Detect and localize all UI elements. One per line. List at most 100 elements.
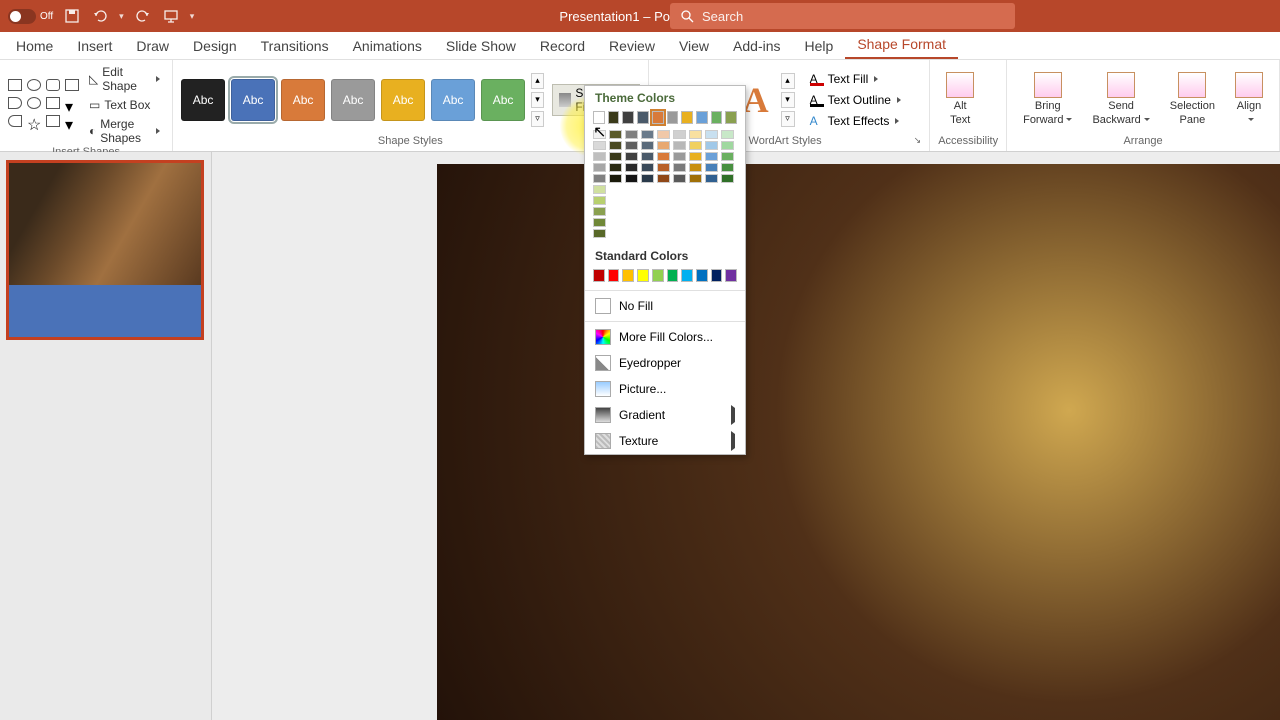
tint-swatch[interactable] (609, 163, 622, 172)
undo-icon[interactable] (91, 7, 109, 25)
theme-color-swatch[interactable] (608, 111, 620, 124)
shape-style-swatch[interactable]: Abc (281, 79, 325, 121)
bring-forward-button[interactable]: Bring Forward (1015, 68, 1080, 130)
standard-color-swatch[interactable] (711, 269, 723, 282)
standard-color-swatch[interactable] (593, 269, 605, 282)
align-button[interactable]: Align (1227, 68, 1271, 130)
tab-view[interactable]: View (667, 32, 721, 59)
wordart-sample[interactable]: A (743, 79, 769, 121)
search-box[interactable]: Search (670, 3, 1015, 29)
redo-icon[interactable] (134, 7, 152, 25)
standard-color-swatch[interactable] (622, 269, 634, 282)
tint-swatch[interactable] (721, 141, 734, 150)
tint-swatch[interactable] (689, 152, 702, 161)
standard-color-swatch[interactable] (608, 269, 620, 282)
tint-swatch[interactable] (609, 130, 622, 139)
tab-transitions[interactable]: Transitions (249, 32, 341, 59)
tint-swatch[interactable] (593, 141, 606, 150)
tint-swatch[interactable] (625, 141, 638, 150)
qat-more-icon[interactable]: ▾ (190, 11, 195, 22)
theme-color-swatch[interactable] (725, 111, 737, 124)
selection-pane-button[interactable]: Selection Pane (1162, 68, 1223, 130)
send-backward-button[interactable]: Send Backward (1084, 68, 1157, 130)
tint-swatch[interactable] (593, 130, 606, 139)
tab-record[interactable]: Record (528, 32, 597, 59)
shape-style-swatch[interactable]: Abc (231, 79, 275, 121)
tab-slide-show[interactable]: Slide Show (434, 32, 528, 59)
edit-shape-button[interactable]: ◺Edit Shape (85, 64, 164, 94)
tint-swatch[interactable] (593, 185, 606, 194)
tint-swatch[interactable] (593, 196, 606, 205)
standard-color-swatch[interactable] (725, 269, 737, 282)
theme-color-swatch[interactable] (711, 111, 723, 124)
text-box-button[interactable]: ▭Text Box (85, 97, 164, 113)
tint-swatch[interactable] (625, 174, 638, 183)
shape-style-swatch[interactable]: Abc (381, 79, 425, 121)
tab-home[interactable]: Home (4, 32, 65, 59)
theme-color-swatch[interactable] (681, 111, 693, 124)
gallery-down-icon[interactable]: ▾ (531, 92, 544, 108)
tint-swatch[interactable] (625, 130, 638, 139)
no-fill-item[interactable]: No Fill (585, 293, 745, 319)
tab-insert[interactable]: Insert (65, 32, 124, 59)
merge-shapes-button[interactable]: ◐Merge Shapes (85, 116, 164, 146)
standard-color-swatch[interactable] (667, 269, 679, 282)
tint-swatch[interactable] (641, 141, 654, 150)
picture-fill-item[interactable]: Picture... (585, 376, 745, 402)
shape-style-swatch[interactable]: Abc (431, 79, 475, 121)
tint-swatch[interactable] (609, 174, 622, 183)
tint-swatch[interactable] (705, 130, 718, 139)
tint-swatch[interactable] (593, 229, 606, 238)
tint-swatch[interactable] (721, 163, 734, 172)
shape-style-swatch[interactable]: Abc (181, 79, 225, 121)
text-effects-button[interactable]: AText Effects (803, 112, 908, 130)
alt-text-button[interactable]: Alt Text (938, 68, 982, 130)
tab-draw[interactable]: Draw (124, 32, 181, 59)
tab-add-ins[interactable]: Add-ins (721, 32, 792, 59)
standard-color-swatch[interactable] (696, 269, 708, 282)
gradient-fill-item[interactable]: Gradient (585, 402, 745, 428)
standard-color-swatch[interactable] (681, 269, 693, 282)
tint-swatch[interactable] (625, 152, 638, 161)
tab-review[interactable]: Review (597, 32, 667, 59)
texture-fill-item[interactable]: Texture (585, 428, 745, 454)
tint-swatch[interactable] (641, 174, 654, 183)
tint-swatch[interactable] (657, 141, 670, 150)
theme-color-swatch[interactable] (667, 111, 679, 124)
tab-help[interactable]: Help (793, 32, 846, 59)
tint-swatch[interactable] (641, 130, 654, 139)
slide-thumbnail-pane[interactable] (0, 152, 212, 720)
slide-canvas[interactable] (212, 152, 1280, 720)
tint-swatch[interactable] (641, 163, 654, 172)
theme-color-swatch[interactable] (696, 111, 708, 124)
tint-swatch[interactable] (673, 152, 686, 161)
standard-color-swatch[interactable] (652, 269, 664, 282)
tint-swatch[interactable] (689, 130, 702, 139)
tint-swatch[interactable] (689, 141, 702, 150)
tint-swatch[interactable] (657, 130, 670, 139)
tab-design[interactable]: Design (181, 32, 249, 59)
standard-color-swatch[interactable] (637, 269, 649, 282)
gallery-scroll[interactable]: ▴ ▾ ▿ (531, 73, 544, 127)
tint-swatch[interactable] (721, 152, 734, 161)
tint-swatch[interactable] (593, 163, 606, 172)
tint-swatch[interactable] (609, 152, 622, 161)
tint-swatch[interactable] (721, 130, 734, 139)
tint-swatch[interactable] (657, 163, 670, 172)
tint-swatch[interactable] (673, 130, 686, 139)
gallery-up-icon[interactable]: ▴ (531, 73, 544, 89)
slide-thumbnail[interactable] (6, 160, 204, 340)
tint-swatch[interactable] (657, 174, 670, 183)
tint-swatch[interactable] (705, 163, 718, 172)
wordart-scroll[interactable]: ▴▾▿ (781, 73, 795, 127)
tint-swatch[interactable] (609, 141, 622, 150)
present-icon[interactable] (162, 7, 180, 25)
tab-animations[interactable]: Animations (341, 32, 434, 59)
tint-swatch[interactable] (673, 141, 686, 150)
tint-swatch[interactable] (625, 163, 638, 172)
theme-color-swatch[interactable] (652, 111, 664, 124)
tint-swatch[interactable] (721, 174, 734, 183)
tint-swatch[interactable] (657, 152, 670, 161)
undo-dropdown-icon[interactable]: ▾ (119, 11, 124, 22)
shape-style-swatch[interactable]: Abc (481, 79, 525, 121)
